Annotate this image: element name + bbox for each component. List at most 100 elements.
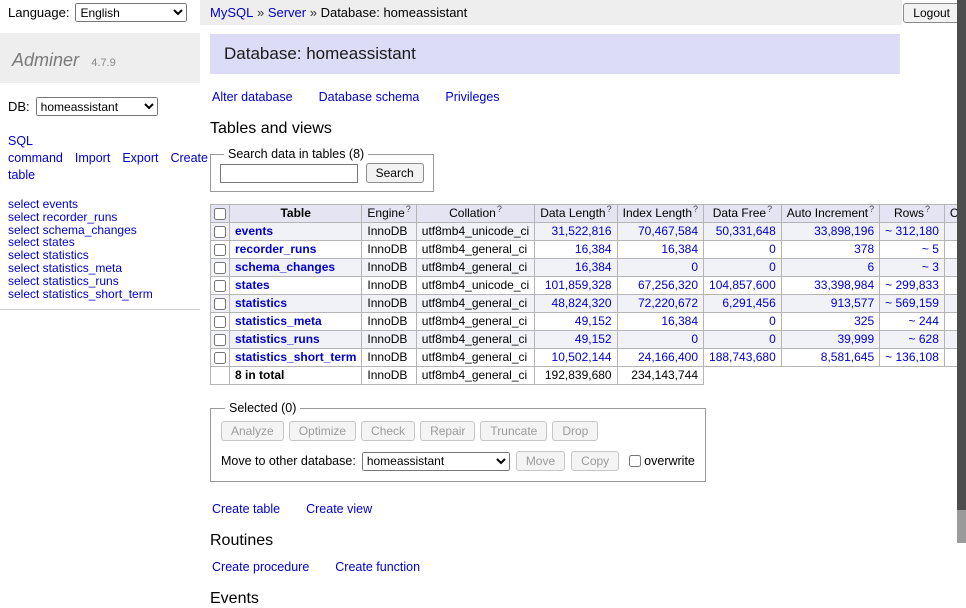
- column-header-index-length[interactable]: Index Length?: [617, 205, 703, 223]
- data-free-link[interactable]: 0: [769, 332, 776, 346]
- link-create-view[interactable]: Create view: [306, 502, 372, 516]
- column-header-table[interactable]: Table: [230, 205, 362, 223]
- table-link-statistics-meta[interactable]: statistics_meta: [235, 314, 322, 328]
- sidebar-link-import[interactable]: Import: [75, 151, 110, 165]
- sidebar-select-events[interactable]: select events: [8, 198, 200, 211]
- column-header-rows[interactable]: Rows?: [880, 205, 945, 223]
- select-all-checkbox[interactable]: [214, 208, 226, 220]
- index-length-link[interactable]: 24,166,400: [638, 350, 698, 364]
- data-length-link[interactable]: 49,152: [575, 314, 612, 328]
- table-link-statistics[interactable]: statistics: [235, 296, 287, 310]
- index-length-link[interactable]: 16,384: [661, 314, 698, 328]
- bulk-optimize-button[interactable]: Optimize: [289, 421, 356, 441]
- search-button[interactable]: Search: [366, 163, 424, 183]
- data-free-link[interactable]: 104,857,600: [709, 278, 776, 292]
- column-header-collation[interactable]: Collation?: [416, 205, 534, 223]
- data-length-link[interactable]: 16,384: [575, 260, 612, 274]
- row-checkbox-statistics-short-term[interactable]: [214, 352, 226, 364]
- link-create-table[interactable]: Create table: [212, 502, 280, 516]
- data-length-link[interactable]: 49,152: [575, 332, 612, 346]
- search-input[interactable]: [220, 164, 358, 183]
- row-checkbox-statistics-meta[interactable]: [214, 316, 226, 328]
- help-icon[interactable]: ?: [925, 204, 930, 214]
- table-link-statistics-short-term[interactable]: statistics_short_term: [235, 350, 356, 364]
- index-length-link[interactable]: 0: [691, 332, 698, 346]
- logout-button[interactable]: Logout: [903, 3, 960, 23]
- help-icon[interactable]: ?: [406, 204, 411, 214]
- link-database-schema[interactable]: Database schema: [319, 90, 420, 104]
- table-link-recorder-runs[interactable]: recorder_runs: [235, 242, 316, 256]
- move-button[interactable]: Move: [516, 451, 565, 471]
- rows-link[interactable]: ~ 5: [922, 242, 939, 256]
- data-length-link[interactable]: 48,824,320: [552, 296, 612, 310]
- index-length-link[interactable]: 16,384: [661, 242, 698, 256]
- auto-increment-link[interactable]: 39,999: [837, 332, 874, 346]
- row-checkbox-recorder-runs[interactable]: [214, 244, 226, 256]
- index-length-link[interactable]: 70,467,584: [638, 224, 698, 238]
- auto-increment-link[interactable]: 8,581,645: [821, 350, 874, 364]
- row-checkbox-events[interactable]: [214, 226, 226, 238]
- rows-link[interactable]: ~ 628: [909, 332, 939, 346]
- rows-link[interactable]: ~ 3: [922, 260, 939, 274]
- move-db-select[interactable]: homeassistant: [362, 452, 510, 471]
- table-link-states[interactable]: states: [235, 278, 270, 292]
- help-icon[interactable]: ?: [693, 204, 698, 214]
- sidebar-link-export[interactable]: Export: [122, 151, 158, 165]
- table-link-statistics-runs[interactable]: statistics_runs: [235, 332, 320, 346]
- auto-increment-link[interactable]: 325: [854, 314, 874, 328]
- data-free-link[interactable]: 50,331,648: [716, 224, 776, 238]
- link-privileges[interactable]: Privileges: [445, 90, 499, 104]
- overwrite-checkbox[interactable]: [629, 455, 641, 467]
- row-checkbox-statistics[interactable]: [214, 298, 226, 310]
- breadcrumb-item-mysql[interactable]: MySQL: [210, 5, 253, 20]
- index-length-link[interactable]: 67,256,320: [638, 278, 698, 292]
- data-length-link[interactable]: 16,384: [575, 242, 612, 256]
- link-create-function[interactable]: Create function: [335, 560, 420, 574]
- sidebar-select-statistics-short-term[interactable]: select statistics_short_term: [8, 288, 200, 301]
- help-icon[interactable]: ?: [869, 204, 874, 214]
- bulk-drop-button[interactable]: Drop: [552, 421, 598, 441]
- row-checkbox-states[interactable]: [214, 280, 226, 292]
- data-free-link[interactable]: 188,743,680: [709, 350, 776, 364]
- index-length-link[interactable]: 72,220,672: [638, 296, 698, 310]
- scrollbar-thumb[interactable]: [957, 0, 966, 510]
- app-name[interactable]: Adminer: [12, 50, 79, 70]
- column-header-data-free[interactable]: Data Free?: [704, 205, 782, 223]
- auto-increment-link[interactable]: 378: [854, 242, 874, 256]
- column-header-engine[interactable]: Engine?: [362, 205, 416, 223]
- rows-link[interactable]: ~ 299,833: [885, 278, 939, 292]
- auto-increment-link[interactable]: 913,577: [831, 296, 874, 310]
- auto-increment-link[interactable]: 6: [867, 260, 874, 274]
- auto-increment-link[interactable]: 33,398,984: [814, 278, 874, 292]
- help-icon[interactable]: ?: [497, 204, 502, 214]
- rows-link[interactable]: ~ 569,159: [885, 296, 939, 310]
- table-link-schema-changes[interactable]: schema_changes: [235, 260, 335, 274]
- row-checkbox-schema-changes[interactable]: [214, 262, 226, 274]
- language-select[interactable]: English: [75, 3, 187, 22]
- link-create-procedure[interactable]: Create procedure: [212, 560, 309, 574]
- auto-increment-link[interactable]: 33,898,196: [814, 224, 874, 238]
- row-checkbox-statistics-runs[interactable]: [214, 334, 226, 346]
- data-free-link[interactable]: 0: [769, 260, 776, 274]
- sidebar-select-statistics-meta[interactable]: select statistics_meta: [8, 262, 200, 275]
- data-free-link[interactable]: 0: [769, 314, 776, 328]
- breadcrumb-item-server[interactable]: Server: [268, 5, 306, 20]
- data-free-link[interactable]: 6,291,456: [722, 296, 775, 310]
- link-alter-database[interactable]: Alter database: [212, 90, 293, 104]
- copy-button[interactable]: Copy: [571, 451, 619, 471]
- table-link-events[interactable]: events: [235, 224, 273, 238]
- help-icon[interactable]: ?: [767, 204, 772, 214]
- db-select[interactable]: homeassistant: [36, 97, 158, 116]
- vertical-scrollbar[interactable]: [957, 0, 966, 543]
- index-length-link[interactable]: 0: [691, 260, 698, 274]
- bulk-truncate-button[interactable]: Truncate: [480, 421, 547, 441]
- rows-link[interactable]: ~ 136,108: [885, 350, 939, 364]
- column-header-auto-increment[interactable]: Auto Increment?: [781, 205, 879, 223]
- sidebar-select-statistics-runs[interactable]: select statistics_runs: [8, 275, 200, 288]
- column-header-data-length[interactable]: Data Length?: [535, 205, 617, 223]
- sidebar-select-recorder-runs[interactable]: select recorder_runs: [8, 211, 200, 224]
- bulk-repair-button[interactable]: Repair: [420, 421, 475, 441]
- bulk-analyze-button[interactable]: Analyze: [221, 421, 284, 441]
- data-free-link[interactable]: 0: [769, 242, 776, 256]
- rows-link[interactable]: ~ 312,180: [885, 224, 939, 238]
